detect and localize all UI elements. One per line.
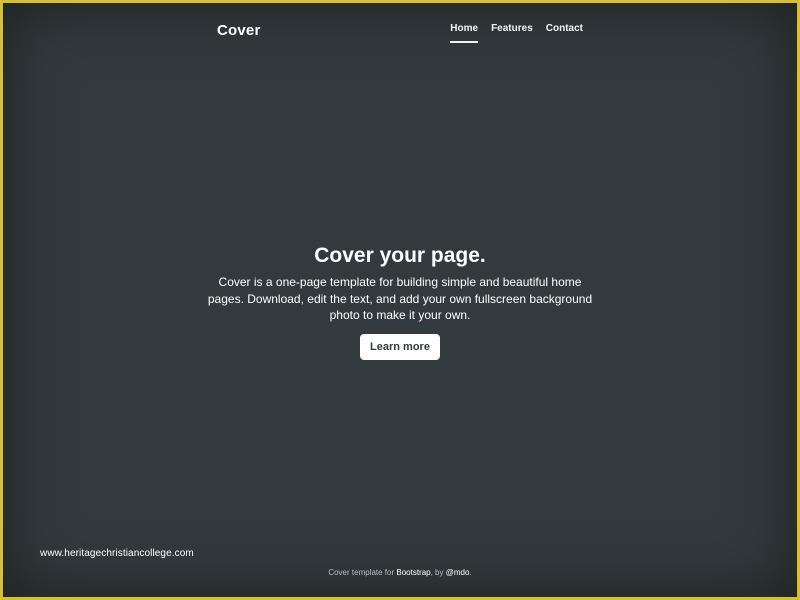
footer-suffix: . bbox=[469, 568, 472, 577]
hero-title: Cover your page. bbox=[314, 244, 486, 267]
hero-section: Cover your page. Cover is a one-page tem… bbox=[203, 243, 597, 360]
bootstrap-link[interactable]: Bootstrap bbox=[396, 568, 430, 577]
learn-more-button[interactable]: Learn more bbox=[360, 333, 440, 360]
nav-contact-link[interactable]: Contact bbox=[546, 23, 583, 43]
footer: Cover template for Bootstrap, by @mdo. bbox=[3, 568, 797, 578]
brand-title: Cover bbox=[217, 22, 261, 39]
nav-home-link[interactable]: Home bbox=[450, 23, 479, 43]
main-nav: Home Features Contact bbox=[450, 23, 583, 43]
nav-features-link[interactable]: Features bbox=[491, 23, 533, 43]
footer-prefix: Cover template for bbox=[328, 568, 397, 577]
website-watermark: www.heritagechristiancollege.com bbox=[40, 548, 194, 559]
hero-description: Cover is a one-page template for buildin… bbox=[207, 275, 593, 322]
footer-middle: , by bbox=[430, 568, 446, 577]
mdo-link[interactable]: @mdo bbox=[446, 568, 470, 577]
cover-page: Cover Home Features Contact Cover your p… bbox=[3, 3, 797, 597]
